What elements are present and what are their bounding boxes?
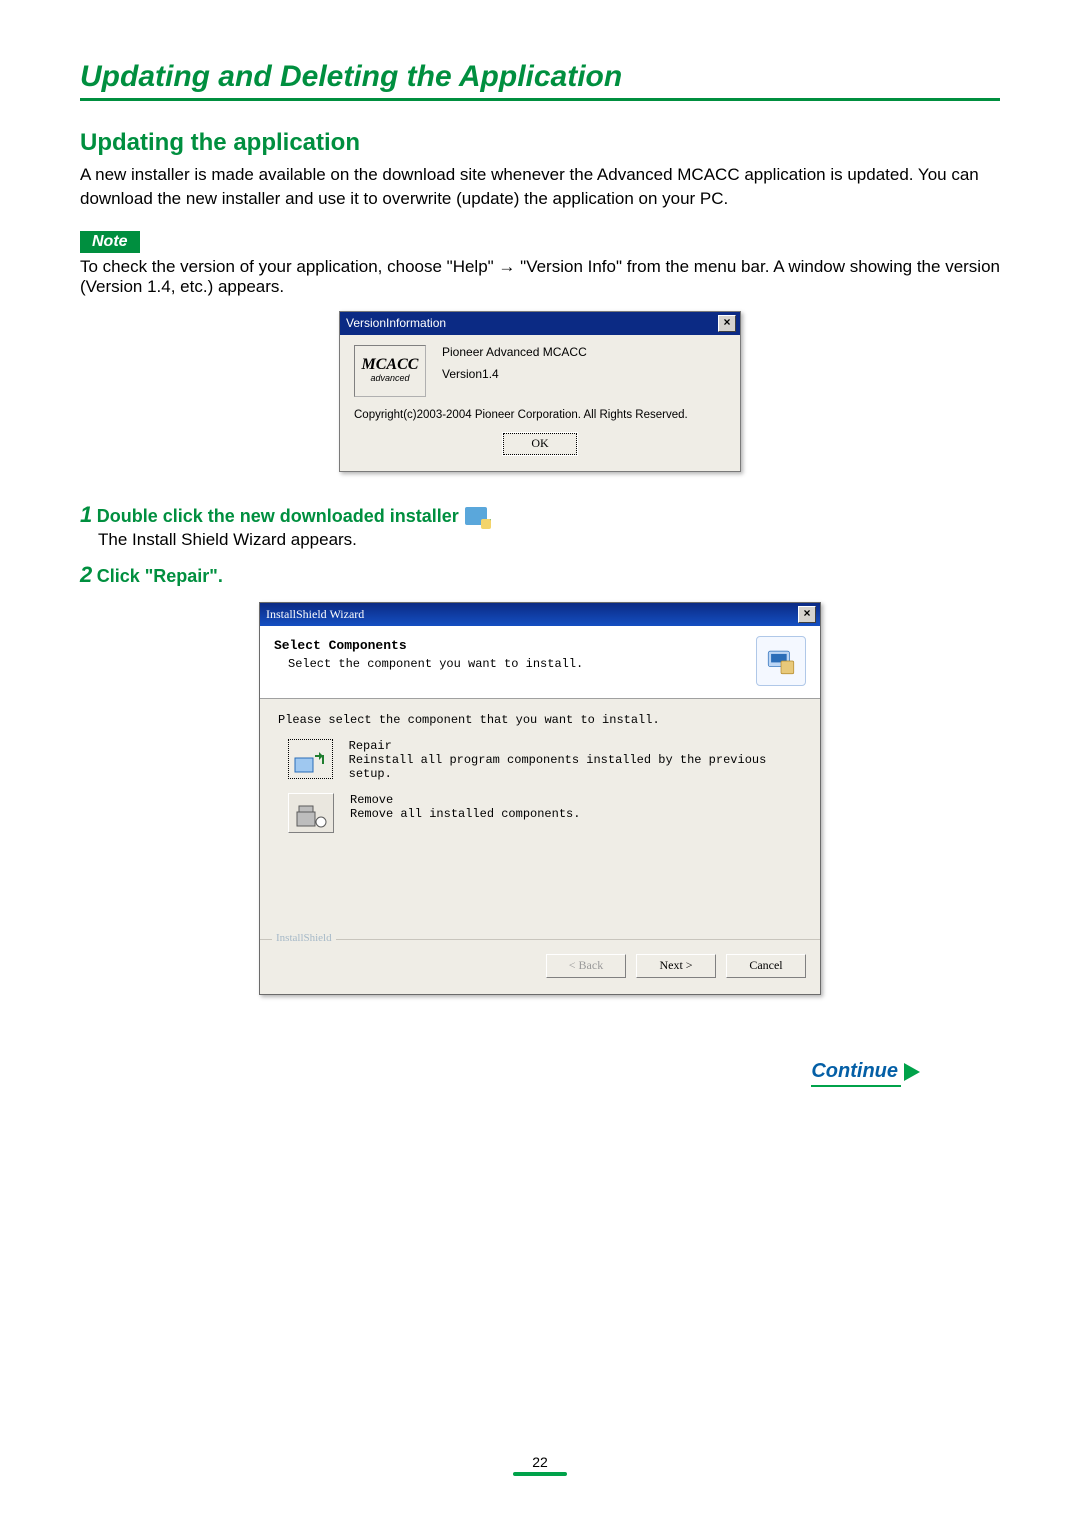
- version-info-dialog: VersionInformation × MCACC advanced Pion…: [339, 311, 741, 472]
- step-2: 2 Click "Repair".: [80, 562, 1000, 588]
- repair-title: Repair: [349, 739, 802, 753]
- logo-sub-text: advanced: [370, 373, 409, 383]
- page-number: 22: [513, 1454, 567, 1476]
- dialog-titlebar: VersionInformation ×: [340, 312, 740, 335]
- computer-box-icon: [756, 636, 806, 686]
- step-2-label: Click "Repair".: [97, 566, 223, 586]
- step-1-number: 1: [80, 502, 92, 527]
- remove-title: Remove: [350, 793, 580, 807]
- remove-icon: [288, 793, 334, 833]
- installshield-dialog: InstallShield Wizard × Select Components…: [259, 602, 821, 995]
- ok-button[interactable]: OK: [503, 433, 577, 455]
- dialog-titlebar: InstallShield Wizard ×: [260, 603, 820, 626]
- dialog-title: VersionInformation: [346, 316, 446, 330]
- page-title: Updating and Deleting the Application: [80, 60, 1000, 94]
- section-heading: Updating the application: [80, 129, 1000, 157]
- title-rule: [80, 98, 1000, 101]
- repair-desc: Reinstall all program components install…: [349, 753, 802, 781]
- repair-icon: [288, 739, 333, 779]
- product-version: Version1.4: [442, 367, 587, 381]
- product-name: Pioneer Advanced MCACC: [442, 345, 587, 359]
- note-text: To check the version of your application…: [80, 257, 1000, 297]
- logo-main-text: MCACC: [362, 358, 419, 372]
- step-1: 1 Double click the new downloaded instal…: [80, 502, 1000, 550]
- installer-file-icon: [465, 507, 487, 525]
- mcacc-logo: MCACC advanced: [354, 345, 426, 397]
- body-prompt: Please select the component that you wan…: [278, 713, 802, 727]
- arrow-icon: →: [498, 257, 515, 276]
- close-icon[interactable]: ×: [798, 606, 816, 623]
- cancel-button[interactable]: Cancel: [726, 954, 806, 978]
- continue-link[interactable]: Continue: [811, 1060, 920, 1083]
- step-1-desc: The Install Shield Wizard appears.: [98, 530, 1000, 550]
- close-icon[interactable]: ×: [718, 315, 736, 332]
- back-button: < Back: [546, 954, 626, 978]
- intro-paragraph: A new installer is made available on the…: [80, 163, 1000, 211]
- remove-desc: Remove all installed components.: [350, 807, 580, 821]
- dialog-title: InstallShield Wizard: [266, 607, 364, 622]
- next-button[interactable]: Next >: [636, 954, 716, 978]
- note-part-a: To check the version of your application…: [80, 257, 494, 276]
- copyright-text: Copyright(c)2003-2004 Pioneer Corporatio…: [354, 409, 726, 421]
- remove-option[interactable]: Remove Remove all installed components.: [288, 793, 802, 833]
- repair-option[interactable]: Repair Reinstall all program components …: [288, 739, 802, 781]
- continue-arrow-icon: [904, 1063, 920, 1081]
- step-1-label: Double click the new downloaded installe…: [97, 506, 459, 526]
- header-desc: Select the component you want to install…: [288, 657, 583, 671]
- step-2-number: 2: [80, 562, 92, 587]
- dialog-footer: < Back Next > Cancel: [260, 939, 820, 994]
- continue-label: Continue: [811, 1060, 898, 1083]
- header-title: Select Components: [274, 638, 407, 653]
- note-badge: Note: [80, 231, 140, 253]
